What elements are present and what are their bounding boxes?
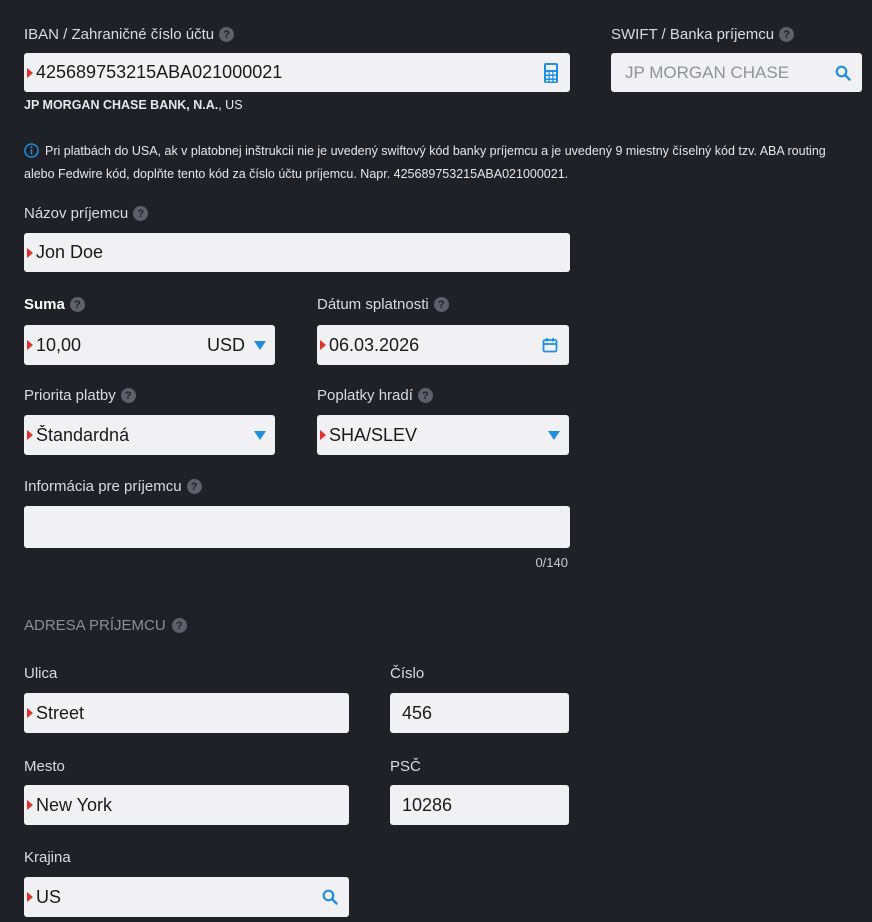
address-help-icon[interactable]: ? — [171, 618, 187, 633]
fees-help-icon[interactable]: ? — [417, 388, 433, 403]
fees-dropdown-icon[interactable] — [548, 430, 560, 440]
recipient-name-label: Názov príjemcu ? — [24, 205, 149, 222]
search-icon[interactable] — [832, 65, 854, 81]
info-icon — [24, 143, 39, 164]
required-marker-icon — [27, 67, 33, 78]
swift-input[interactable]: JP MORGAN CHASE — [611, 53, 862, 92]
calendar-icon[interactable] — [539, 337, 561, 353]
fees-select[interactable]: SHA/SLEV — [317, 415, 569, 455]
iban-help-icon[interactable]: ? — [219, 27, 235, 42]
street-label: Ulica — [24, 665, 58, 682]
country-input[interactable]: US — [24, 877, 349, 917]
fees-label: Poplatky hradí ? — [317, 387, 433, 404]
priority-dropdown-icon[interactable] — [254, 430, 266, 440]
address-section-title: ADRESA PRÍJEMCU ? — [24, 617, 187, 634]
city-label: Mesto — [24, 758, 65, 775]
recipient-info-label: Informácia pre príjemcu ? — [24, 478, 202, 495]
country-search-icon[interactable] — [319, 889, 341, 905]
priority-select[interactable]: Štandardná — [24, 415, 275, 455]
iban-input[interactable]: 425689753215ABA021000021 — [24, 53, 570, 92]
required-marker-icon — [27, 430, 33, 440]
due-date-help-icon[interactable]: ? — [433, 297, 449, 312]
aba-info-note: Pri platbách do USA, ak v platobnej inšt… — [24, 143, 826, 181]
character-counter: 0/140 — [535, 555, 568, 570]
city-input[interactable]: New York — [24, 785, 349, 825]
due-date-input[interactable]: 06.03.2026 — [317, 325, 569, 365]
number-label: Číslo — [390, 665, 425, 682]
zip-label: PSČ — [390, 758, 421, 775]
required-marker-icon — [27, 340, 33, 350]
street-input[interactable]: Street — [24, 693, 349, 733]
zip-input[interactable]: 10286 — [390, 785, 569, 825]
required-marker-icon — [27, 800, 33, 810]
iban-label: IBAN / Zahraničné číslo účtu ? — [24, 26, 235, 43]
bank-name: JP MORGAN CHASE BANK, N.A. — [24, 98, 219, 112]
required-marker-icon — [320, 430, 326, 440]
bank-country: , US — [218, 98, 243, 112]
required-marker-icon — [320, 340, 326, 350]
amount-help-icon[interactable]: ? — [69, 297, 85, 312]
recipient-name-help-icon[interactable]: ? — [133, 206, 149, 221]
calculator-icon[interactable] — [540, 62, 562, 84]
amount-label: Suma ? — [24, 296, 85, 313]
country-label: Krajina — [24, 849, 71, 866]
priority-help-icon[interactable]: ? — [120, 388, 136, 403]
number-input[interactable]: 456 — [390, 693, 569, 733]
recipient-info-input[interactable] — [24, 506, 570, 548]
required-marker-icon — [27, 892, 33, 902]
recipient-info-help-icon[interactable]: ? — [186, 479, 202, 494]
required-marker-icon — [27, 247, 33, 258]
currency-select[interactable]: USD — [207, 335, 245, 356]
recipient-name-input[interactable]: Jon Doe — [24, 233, 570, 272]
due-date-label: Dátum splatnosti ? — [317, 296, 449, 313]
currency-dropdown-icon[interactable] — [254, 340, 266, 350]
iban-bank-info: JP MORGAN CHASE BANK, N.A., US — [24, 98, 243, 112]
required-marker-icon — [27, 708, 33, 718]
priority-label: Priorita platby ? — [24, 387, 136, 404]
swift-help-icon[interactable]: ? — [779, 27, 795, 42]
swift-label: SWIFT / Banka príjemcu ? — [611, 26, 795, 43]
amount-input[interactable]: 10,00 USD — [24, 325, 275, 365]
